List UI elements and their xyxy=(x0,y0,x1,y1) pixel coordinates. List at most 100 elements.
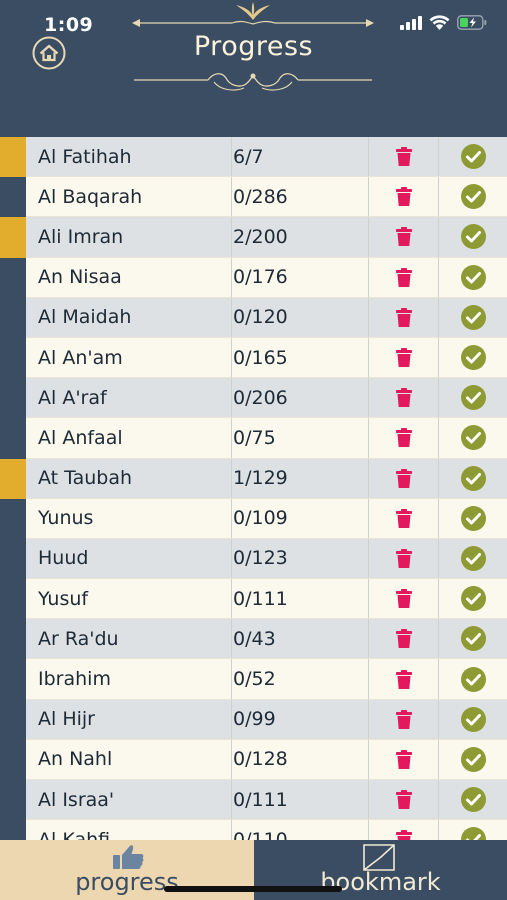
table-row[interactable]: Ali Imran 2/200 xyxy=(0,217,507,258)
complete-button[interactable] xyxy=(439,659,507,698)
delete-button[interactable] xyxy=(369,739,439,779)
trash-icon xyxy=(395,508,412,528)
complete-button[interactable] xyxy=(439,258,507,297)
complete-button[interactable] xyxy=(439,700,507,739)
surah-progress: 1/129 xyxy=(232,458,369,498)
delete-button[interactable] xyxy=(369,418,439,458)
complete-button[interactable] xyxy=(439,820,507,840)
complete-button[interactable] xyxy=(439,459,507,498)
check-circle-icon xyxy=(460,304,486,330)
complete-button[interactable] xyxy=(439,217,507,256)
surah-progress: 0/111 xyxy=(232,780,369,820)
complete-button[interactable] xyxy=(439,338,507,377)
delete-button[interactable] xyxy=(369,378,439,418)
progress-marker xyxy=(0,538,26,580)
surah-name: Al Hijr xyxy=(26,699,232,739)
table-row[interactable]: Al Hijr 0/99 xyxy=(0,699,507,740)
surah-progress: 6/7 xyxy=(232,137,369,177)
table-row[interactable]: Ibrahim 0/52 xyxy=(0,659,507,700)
complete-button[interactable] xyxy=(439,539,507,578)
complete-button[interactable] xyxy=(439,378,507,417)
progress-marker xyxy=(0,458,26,499)
table-row[interactable]: Al Baqarah 0/286 xyxy=(0,177,507,218)
row-cells: Ar Ra'du 0/43 xyxy=(26,619,507,660)
row-cells: Al Kahfi 0/110 xyxy=(26,820,507,840)
delete-button[interactable] xyxy=(369,337,439,378)
delete-button[interactable] xyxy=(369,458,439,498)
surah-name: Yunus xyxy=(26,498,232,538)
delete-button[interactable] xyxy=(369,137,439,177)
thumbs-up-icon xyxy=(113,845,144,869)
surah-progress: 0/176 xyxy=(232,257,369,297)
progress-marker xyxy=(0,579,26,620)
table-row[interactable]: Yunus 0/109 xyxy=(0,498,507,539)
table-row[interactable]: Al Israa' 0/111 xyxy=(0,780,507,821)
surah-progress: 0/286 xyxy=(232,177,369,217)
trash-icon xyxy=(395,709,412,729)
delete-button[interactable] xyxy=(369,820,439,840)
table-row[interactable]: Al Anfaal 0/75 xyxy=(0,418,507,459)
complete-button[interactable] xyxy=(439,780,507,819)
delete-button[interactable] xyxy=(369,659,439,699)
delete-button[interactable] xyxy=(369,538,439,579)
table-row[interactable]: Huud 0/123 xyxy=(0,538,507,580)
table-row[interactable]: Al A'raf 0/206 xyxy=(0,378,507,419)
table-row[interactable]: Al Kahfi 0/110 xyxy=(0,820,507,840)
delete-button[interactable] xyxy=(369,699,439,739)
table-row[interactable]: Al Fatihah 6/7 xyxy=(0,137,507,178)
complete-button[interactable] xyxy=(439,619,507,658)
check-circle-icon xyxy=(460,385,486,411)
surah-name: An Nahl xyxy=(26,739,232,779)
complete-button[interactable] xyxy=(439,298,507,337)
table-row[interactable]: An Nahl 0/128 xyxy=(0,739,507,780)
surah-progress: 0/75 xyxy=(232,418,369,458)
tab-progress-label: progress xyxy=(75,868,179,896)
trash-icon xyxy=(395,830,412,840)
trash-icon xyxy=(395,348,412,368)
delete-button[interactable] xyxy=(369,579,439,619)
home-indicator[interactable] xyxy=(164,886,342,892)
check-circle-icon xyxy=(460,545,486,571)
row-cells: Al Anfaal 0/75 xyxy=(26,418,507,459)
surah-name: Al An'am xyxy=(26,337,232,378)
delete-button[interactable] xyxy=(369,257,439,297)
trash-icon xyxy=(395,428,412,448)
check-circle-icon xyxy=(460,224,486,250)
delete-button[interactable] xyxy=(369,498,439,538)
progress-marker xyxy=(0,418,26,459)
surah-name: Ali Imran xyxy=(26,217,232,257)
progress-marker xyxy=(0,619,26,660)
complete-button[interactable] xyxy=(439,579,507,618)
surah-progress: 2/200 xyxy=(232,217,369,257)
table-row[interactable]: At Taubah 1/129 xyxy=(0,458,507,499)
complete-button[interactable] xyxy=(439,740,507,779)
complete-button[interactable] xyxy=(439,177,507,216)
check-circle-icon xyxy=(460,666,486,692)
trash-icon xyxy=(395,589,412,609)
progress-marker xyxy=(0,739,26,780)
check-circle-icon xyxy=(460,465,486,491)
table-row[interactable]: Al Maidah 0/120 xyxy=(0,297,507,338)
complete-button[interactable] xyxy=(439,137,507,176)
complete-button[interactable] xyxy=(439,499,507,538)
surah-progress-list[interactable]: Al Fatihah 6/7 Al Baqarah 0/286 Ali Imran 2/2… xyxy=(0,137,507,840)
delete-button[interactable] xyxy=(369,780,439,820)
progress-marker xyxy=(0,820,26,840)
complete-button[interactable] xyxy=(439,418,507,457)
row-cells: Yunus 0/109 xyxy=(26,498,507,539)
bookmark-icon xyxy=(362,844,395,871)
delete-button[interactable] xyxy=(369,297,439,337)
delete-button[interactable] xyxy=(369,177,439,217)
row-cells: At Taubah 1/129 xyxy=(26,458,507,499)
table-row[interactable]: Yusuf 0/111 xyxy=(0,579,507,620)
delete-button[interactable] xyxy=(369,217,439,257)
delete-button[interactable] xyxy=(369,619,439,659)
table-row[interactable]: Al An'am 0/165 xyxy=(0,337,507,379)
surah-progress: 0/128 xyxy=(232,739,369,779)
surah-name: Ar Ra'du xyxy=(26,619,232,659)
table-row[interactable]: An Nisaa 0/176 xyxy=(0,257,507,298)
surah-name: Al Baqarah xyxy=(26,177,232,217)
table-row[interactable]: Ar Ra'du 0/43 xyxy=(0,619,507,660)
row-cells: Ibrahim 0/52 xyxy=(26,659,507,700)
progress-marker xyxy=(0,217,26,258)
